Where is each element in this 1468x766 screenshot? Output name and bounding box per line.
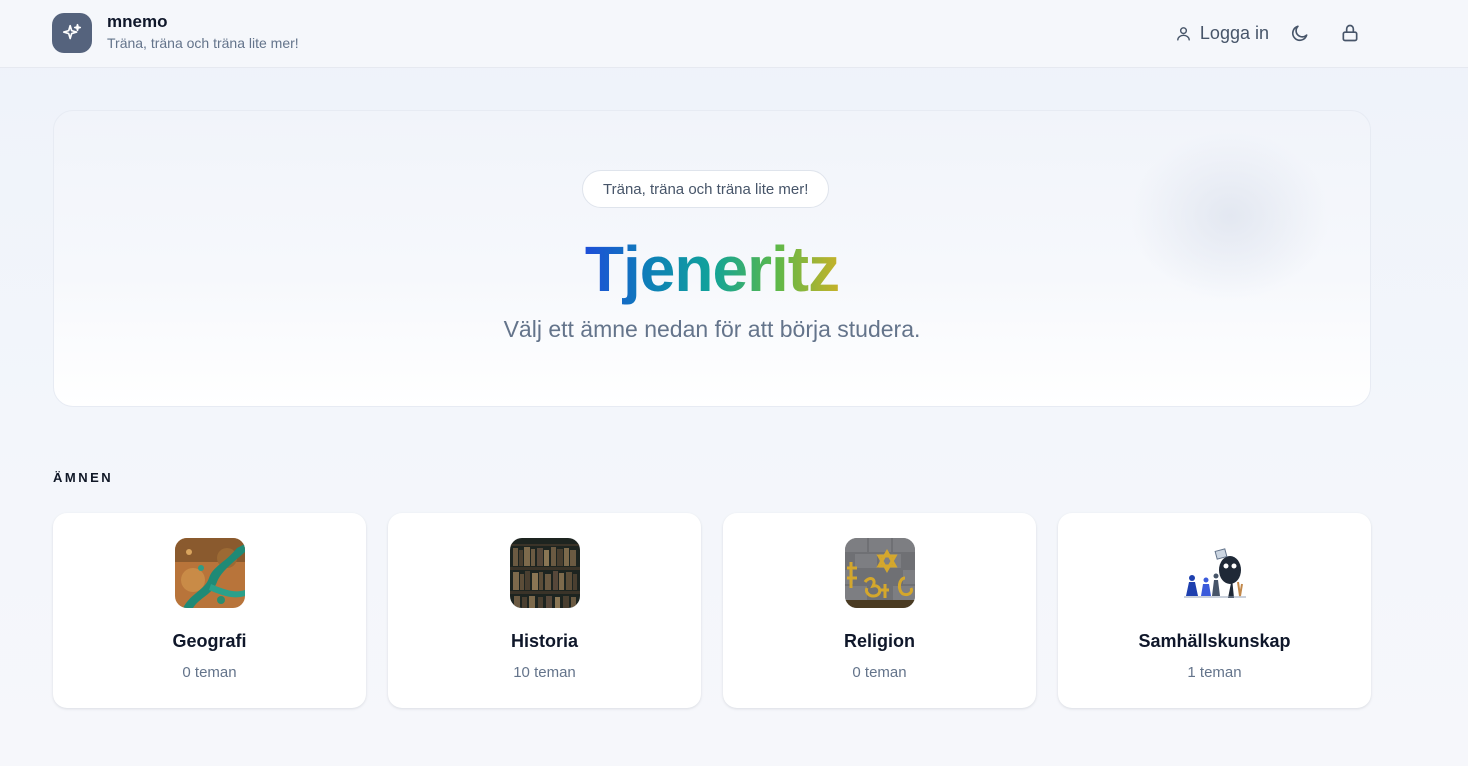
subject-theme-count: 1 teman [1187, 664, 1242, 681]
login-button[interactable]: Logga in [1175, 23, 1269, 44]
hero-subtitle: Välj ett ämne nedan för att börja studer… [503, 316, 921, 342]
page: mnemo Träna, träna och träna lite mer! L… [0, 0, 1468, 766]
hero-banner: Träna, träna och träna lite mer! Tjeneri… [53, 110, 1371, 407]
geografi-image [175, 538, 245, 608]
historia-image [510, 538, 580, 608]
theme-toggle-button[interactable] [1286, 19, 1314, 47]
lock-button[interactable] [1336, 19, 1364, 47]
hero-title: Tjeneritz [584, 233, 840, 305]
subject-card-historia[interactable]: Historia 10 teman [388, 513, 701, 708]
subject-name: Geografi [172, 631, 247, 651]
subject-name: Religion [844, 631, 915, 651]
brand-tagline: Träna, träna och träna lite mer! [107, 34, 299, 51]
subject-theme-count: 0 teman [852, 664, 907, 681]
subject-name: Historia [510, 631, 579, 651]
sparkles-icon [52, 13, 92, 53]
samhallskunskap-image [1180, 538, 1250, 608]
top-bar: mnemo Träna, träna och träna lite mer! L… [0, 0, 1468, 68]
subject-card-samhallskunskap[interactable]: Samhällskunskap 1 teman [1058, 513, 1371, 708]
tagline-pill: Träna, träna och träna lite mer! [582, 170, 830, 208]
subjects-heading: ÄMNEN [53, 470, 114, 485]
user-icon [1177, 26, 1190, 41]
subject-theme-count: 10 teman [513, 664, 576, 681]
header-actions: Logga in [1175, 19, 1364, 47]
moon-icon [1291, 25, 1308, 42]
subject-card-geografi[interactable]: Geografi 0 teman [53, 513, 366, 708]
subject-theme-count: 0 teman [182, 664, 237, 681]
subject-card-religion[interactable]: Religion 0 teman [723, 513, 1036, 708]
login-label: Logga in [1199, 22, 1269, 43]
religion-image [845, 538, 915, 608]
brand-name: mnemo [107, 11, 168, 31]
brand[interactable]: mnemo Träna, träna och träna lite mer! [52, 11, 299, 53]
subject-name: Samhällskunskap [1138, 631, 1291, 651]
lock-icon [1342, 24, 1358, 42]
